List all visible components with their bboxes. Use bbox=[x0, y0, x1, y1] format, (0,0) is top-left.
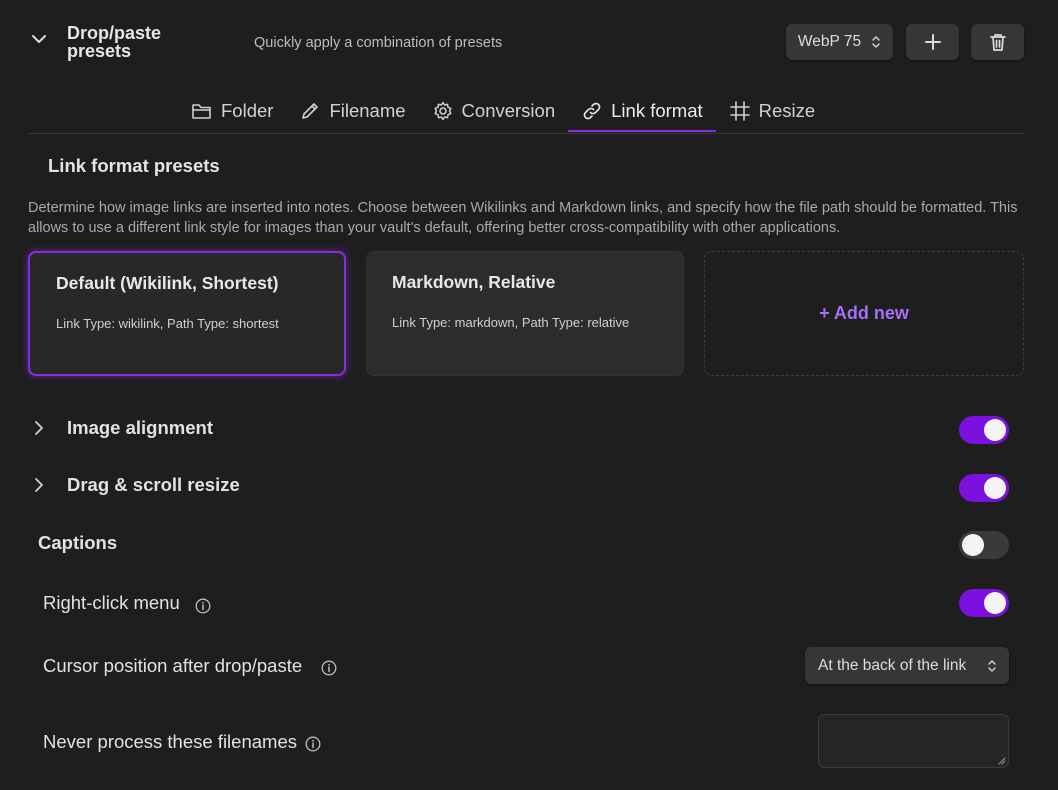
tab-link-format[interactable]: Link format bbox=[568, 90, 716, 132]
image-alignment-label: Image alignment bbox=[67, 417, 213, 438]
tab-divider bbox=[28, 133, 1024, 134]
expand-chevron-right-icon[interactable] bbox=[31, 477, 47, 493]
add-new-label: + Add new bbox=[819, 303, 909, 323]
tab-conversion[interactable]: Conversion bbox=[419, 90, 569, 132]
cursor-position-value: At the back of the link bbox=[818, 656, 967, 674]
crop-icon bbox=[729, 100, 751, 122]
tab-filename[interactable]: Filename bbox=[286, 90, 418, 132]
preset-select[interactable]: WebP 75 bbox=[786, 24, 893, 60]
collapse-chevron-down-icon[interactable] bbox=[30, 30, 48, 48]
add-new-preset-card[interactable]: + Add new bbox=[704, 251, 1024, 376]
toggle-knob bbox=[984, 419, 1006, 441]
up-down-chevron-icon bbox=[987, 659, 997, 673]
plus-icon bbox=[924, 33, 942, 51]
preset-tabs: Folder Filename Conversion Link format R… bbox=[178, 90, 828, 134]
link-format-description: Determine how image links are inserted i… bbox=[28, 200, 1018, 236]
preset-card-subtitle: Link Type: wikilink, Path Type: shortest bbox=[56, 316, 279, 331]
delete-preset-button[interactable] bbox=[971, 24, 1024, 60]
info-icon[interactable] bbox=[305, 736, 321, 752]
link-format-presets-heading: Link format presets bbox=[48, 155, 220, 176]
preset-select-value: WebP 75 bbox=[797, 33, 862, 50]
preset-card-default[interactable]: Default (Wikilink, Shortest) Link Type: … bbox=[28, 251, 346, 376]
info-icon[interactable] bbox=[195, 598, 211, 614]
preset-card-subtitle: Link Type: markdown, Path Type: relative bbox=[392, 315, 630, 330]
gear-icon bbox=[432, 100, 454, 122]
tab-resize[interactable]: Resize bbox=[716, 90, 829, 132]
link-icon bbox=[581, 100, 603, 122]
add-preset-button[interactable] bbox=[906, 24, 959, 60]
tab-filename-label: Filename bbox=[329, 100, 406, 121]
up-down-chevron-icon bbox=[871, 35, 881, 49]
never-process-label: Never process these filenames bbox=[43, 731, 297, 752]
expand-chevron-right-icon[interactable] bbox=[31, 420, 47, 436]
right-click-menu-toggle[interactable] bbox=[959, 589, 1009, 617]
tab-conversion-label: Conversion bbox=[461, 100, 556, 121]
toggle-knob bbox=[984, 592, 1006, 614]
preset-card-title: Default (Wikilink, Shortest) bbox=[56, 273, 279, 293]
toggle-knob bbox=[984, 477, 1006, 499]
never-process-textarea[interactable] bbox=[818, 714, 1009, 768]
pencil-icon bbox=[299, 100, 321, 122]
toggle-knob bbox=[962, 534, 984, 556]
drag-resize-label: Drag & scroll resize bbox=[67, 474, 240, 495]
info-icon[interactable] bbox=[321, 660, 337, 676]
tab-resize-label: Resize bbox=[758, 100, 816, 121]
folder-icon bbox=[191, 101, 213, 121]
captions-label: Captions bbox=[38, 532, 118, 553]
trash-icon bbox=[989, 32, 1007, 52]
tab-folder[interactable]: Folder bbox=[178, 90, 286, 132]
resize-grip-icon[interactable] bbox=[997, 756, 1006, 765]
preset-card-title: Markdown, Relative bbox=[392, 272, 556, 292]
image-alignment-toggle[interactable] bbox=[959, 416, 1009, 444]
drag-resize-toggle[interactable] bbox=[959, 474, 1009, 502]
tab-folder-label: Folder bbox=[221, 100, 274, 121]
cursor-position-select[interactable]: At the back of the link bbox=[805, 647, 1009, 684]
presets-description: Quickly apply a combination of presets bbox=[254, 35, 503, 51]
preset-card-markdown[interactable]: Markdown, Relative Link Type: markdown, … bbox=[366, 251, 684, 376]
cursor-position-label: Cursor position after drop/paste bbox=[43, 655, 303, 676]
tab-link-format-label: Link format bbox=[611, 100, 703, 121]
presets-heading: Drop/paste presets bbox=[67, 23, 162, 61]
right-click-menu-label: Right-click menu bbox=[43, 592, 180, 613]
captions-toggle[interactable] bbox=[959, 531, 1009, 559]
